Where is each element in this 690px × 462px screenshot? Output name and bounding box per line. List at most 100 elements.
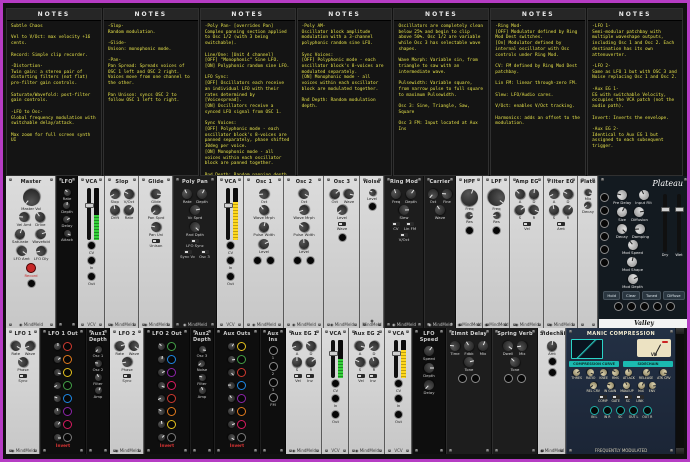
plateau-jack[interactable]	[600, 206, 609, 215]
notes-text[interactable]: -LFO 1- Semi-modular patchbay with multi…	[588, 21, 682, 175]
osc-2-jack[interactable]	[293, 256, 302, 265]
toggle-switch[interactable]	[357, 374, 365, 378]
level-slider[interactable]	[394, 340, 398, 378]
plate-verb-knob[interactable]	[584, 188, 592, 196]
attenuverter-knob[interactable]	[228, 381, 235, 388]
patch-jack[interactable]	[237, 407, 246, 416]
vca-1-in-jack[interactable]	[87, 256, 96, 265]
manic-jack[interactable]	[629, 406, 638, 415]
patch-jack[interactable]	[237, 355, 246, 364]
aux-eg-1-knob[interactable]	[291, 339, 303, 351]
osc-2-knob[interactable]	[299, 239, 310, 250]
plateau-io-jack[interactable]	[666, 302, 675, 311]
spring-verb-jack[interactable]	[517, 374, 526, 383]
patch-jack[interactable]	[63, 381, 72, 390]
lfo-speed-knob[interactable]	[424, 363, 434, 373]
patch-jack[interactable]	[63, 355, 72, 364]
toggle-switch[interactable]	[392, 222, 400, 226]
notes-text[interactable]: -Slop- Random modulation. -Glide- Unison…	[104, 21, 198, 175]
plateau-knob[interactable]	[635, 223, 646, 234]
manic-jack[interactable]	[603, 406, 612, 415]
manic-jack[interactable]	[590, 406, 599, 415]
manic-jack[interactable]	[643, 406, 652, 415]
patch-jack[interactable]	[167, 433, 176, 442]
slider-handle[interactable]	[85, 203, 94, 208]
noise-jack[interactable]	[368, 202, 377, 211]
patch-jack[interactable]	[167, 394, 176, 403]
amp-eg-knob[interactable]	[513, 186, 527, 200]
toggle-switch[interactable]	[338, 222, 346, 226]
patch-jack[interactable]	[167, 407, 176, 416]
filter-eg-knob[interactable]	[547, 187, 560, 200]
aux-eg-2-knob[interactable]	[367, 339, 381, 353]
attenuverter-knob[interactable]	[227, 419, 236, 428]
master-button[interactable]	[26, 263, 36, 273]
vca-2-out-jack[interactable]	[226, 272, 235, 281]
attenuverter-knob[interactable]	[157, 367, 167, 377]
filter-eg-knob[interactable]	[548, 205, 560, 217]
elmnt-delay-jack[interactable]	[471, 374, 480, 383]
dry-slider[interactable]	[663, 194, 667, 252]
clear-button[interactable]: Clear	[622, 291, 640, 300]
notes-text[interactable]: -Ring Mod- [OFF] Modulator defined by Ri…	[491, 21, 585, 175]
patch-jack[interactable]	[237, 433, 246, 442]
vca-3-out-jack[interactable]	[331, 410, 340, 419]
glide-knob[interactable]	[151, 188, 162, 199]
aux-eg-2-knob[interactable]	[354, 339, 366, 351]
osc-1-knob[interactable]	[259, 188, 270, 199]
osc-3-knob[interactable]	[343, 188, 355, 200]
slider-handle[interactable]	[675, 207, 684, 212]
amp-eg-knob[interactable]	[528, 204, 541, 217]
amp-eg-knob[interactable]	[513, 203, 527, 217]
vca-2-in-jack[interactable]	[226, 256, 235, 265]
attenuverter-knob[interactable]	[53, 380, 63, 390]
patch-jack[interactable]	[167, 420, 176, 429]
aux2-depth-knob[interactable]	[198, 346, 206, 354]
carrier-knob[interactable]	[442, 188, 453, 199]
slider-handle[interactable]	[392, 351, 401, 356]
elmnt-delay-knob[interactable]	[476, 339, 489, 352]
attenuverter-knob[interactable]	[227, 432, 237, 442]
aux-eg-2-knob[interactable]	[368, 356, 380, 368]
patch-jack[interactable]	[63, 368, 72, 377]
tuned-button[interactable]: Tuned	[642, 291, 661, 300]
plateau-jack[interactable]	[600, 258, 609, 267]
master-knob[interactable]	[19, 212, 30, 223]
vca-4-out-jack[interactable]	[394, 410, 403, 419]
attenuverter-knob[interactable]	[157, 420, 165, 428]
aux-eg-1-knob[interactable]	[304, 355, 318, 369]
patch-jack[interactable]	[237, 381, 246, 390]
osc-3-jack[interactable]	[338, 233, 347, 242]
attenuverter-knob[interactable]	[54, 433, 61, 440]
aux-eg-1-knob[interactable]	[304, 339, 318, 353]
osc-2-knob[interactable]	[297, 187, 311, 201]
toggle-switch[interactable]	[523, 222, 531, 226]
aux2-depth-knob[interactable]	[198, 373, 206, 381]
notes-text[interactable]: -Poly Pan- [overrides Pan] Complex panni…	[201, 21, 295, 175]
master-jack[interactable]	[27, 279, 36, 288]
plateau-jack[interactable]	[600, 193, 609, 202]
attenuverter-knob[interactable]	[158, 355, 166, 363]
plateau-jack[interactable]	[600, 245, 609, 254]
spring-verb-knob[interactable]	[517, 340, 528, 351]
hold-button[interactable]: Hold	[603, 291, 620, 300]
level-slider[interactable]	[87, 188, 91, 240]
toggle-switch[interactable]	[400, 233, 408, 237]
patch-jack[interactable]	[167, 355, 176, 364]
attenuverter-knob[interactable]	[227, 393, 237, 403]
attenuverter-knob[interactable]	[53, 368, 61, 376]
toggle-switch[interactable]	[191, 239, 199, 243]
slider-handle[interactable]	[661, 207, 670, 212]
attenuverter-knob[interactable]	[157, 380, 166, 389]
wet-slider[interactable]	[677, 194, 681, 252]
toggle-switch[interactable]	[599, 395, 607, 399]
vca-3-cv-jack[interactable]	[331, 379, 340, 388]
lpf-jack[interactable]	[492, 226, 501, 235]
patch-jack[interactable]	[167, 342, 176, 351]
plateau-jack[interactable]	[600, 219, 609, 228]
patch-jack[interactable]	[167, 381, 176, 390]
vca-1-out-jack[interactable]	[87, 272, 96, 281]
aux-eg-2-knob[interactable]	[354, 356, 367, 369]
sidechain-jack[interactable]	[548, 368, 557, 377]
slider-handle[interactable]	[224, 203, 233, 208]
